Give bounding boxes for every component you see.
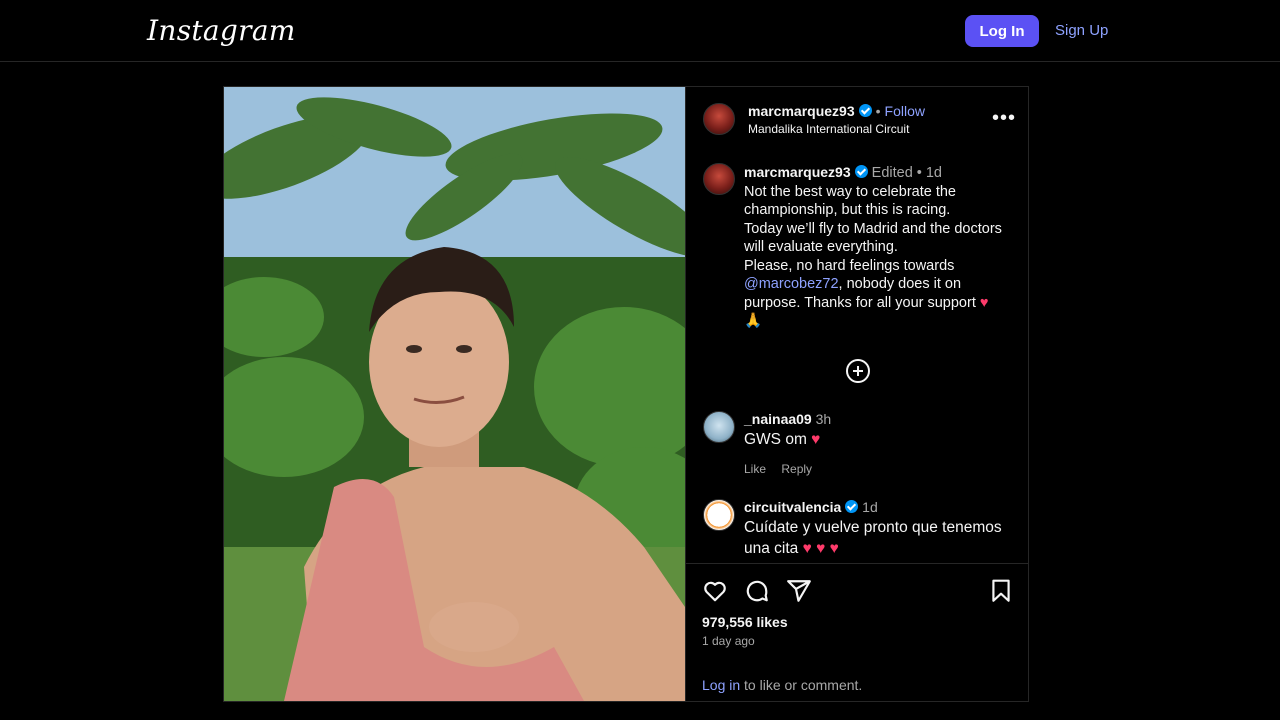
- post-footer: 979,556 likes 1 day ago Log in to like o…: [686, 563, 1029, 701]
- login-prompt-text: to like or comment.: [740, 677, 863, 693]
- follow-button[interactable]: Follow: [885, 103, 925, 119]
- caption-edited: Edited: [871, 165, 913, 181]
- verified-icon: [854, 165, 868, 178]
- comment-text-body: GWS om: [744, 431, 812, 448]
- signup-link[interactable]: Sign Up: [1055, 22, 1108, 39]
- separator-dot: •: [875, 103, 881, 119]
- login-button[interactable]: Log In: [965, 15, 1039, 47]
- comment-text: GWS om ♥: [744, 429, 1012, 450]
- commenter-avatar[interactable]: [703, 411, 735, 443]
- comment-text-body: Cuídate y vuelve pronto que tenemos una …: [744, 519, 1002, 557]
- comment-header: circuitvalencia 1d: [744, 499, 1012, 515]
- comment-time: 3h: [815, 411, 832, 427]
- verified-icon: [845, 500, 859, 513]
- post-header: marcmarquez93 • Follow Mandalika Internati…: [686, 87, 1029, 149]
- caption-username[interactable]: marcmarquez93: [744, 164, 851, 180]
- commenter-username[interactable]: _nainaa09: [744, 411, 812, 427]
- comment-content: circuitvalencia 1d Cuídate y vuelve pron…: [744, 499, 1012, 559]
- comment-like-button[interactable]: Like: [744, 462, 766, 476]
- separator-dot: •: [916, 165, 922, 181]
- comment-icon[interactable]: [744, 578, 770, 604]
- heart-icon[interactable]: [702, 578, 728, 604]
- share-icon[interactable]: [786, 578, 812, 604]
- verified-icon: [858, 104, 872, 117]
- author-username[interactable]: marcmarquez93: [748, 103, 855, 119]
- login-prompt: Log in to like or comment.: [702, 677, 862, 693]
- post-photo-illustration: [224, 87, 685, 701]
- comment-content: _nainaa09 3h GWS om ♥ Like Reply: [744, 411, 1012, 476]
- comment-reply-button[interactable]: Reply: [781, 462, 812, 476]
- instagram-logo[interactable]: Instagram: [147, 14, 296, 47]
- caption-line-3-start: Please, no hard feelings towards: [744, 257, 955, 274]
- commenter-avatar[interactable]: [703, 499, 735, 531]
- caption-time: 1d: [925, 165, 942, 181]
- caption-avatar[interactable]: [703, 163, 735, 195]
- post-photo[interactable]: [224, 87, 685, 701]
- top-bar: Instagram Log In Sign Up: [0, 0, 1280, 62]
- caption-line-1: Not the best way to celebrate the champi…: [744, 183, 956, 219]
- comment-time: 1d: [862, 499, 878, 515]
- comment-actions: Like Reply: [744, 462, 1012, 476]
- post-timestamp: 1 day ago: [702, 634, 755, 648]
- bookmark-icon[interactable]: [988, 578, 1014, 604]
- caption-body: marcmarquez93 Edited • 1d Not the best way…: [744, 163, 1012, 331]
- author-avatar[interactable]: [703, 103, 735, 135]
- post-location[interactable]: Mandalika International Circuit: [748, 122, 909, 136]
- post-container: marcmarquez93 • Follow Mandalika Internati…: [223, 86, 1029, 702]
- heart-emoji: ♥ ♥ ♥: [802, 540, 839, 557]
- comment-text: Cuídate y vuelve pronto que tenemos una …: [744, 517, 1012, 559]
- caption-line-2: Today we’ll fly to Madrid and the doctor…: [744, 220, 1002, 256]
- likes-count[interactable]: 979,556 likes: [702, 614, 788, 630]
- author-line: marcmarquez93 • Follow: [748, 103, 925, 119]
- post-side-panel: marcmarquez93 • Follow Mandalika Internati…: [685, 87, 1029, 701]
- caption-mention-link[interactable]: @marcobez72: [744, 276, 839, 292]
- add-comment-icon[interactable]: [846, 359, 870, 383]
- more-options-icon[interactable]: •••: [992, 107, 1016, 130]
- commenter-username[interactable]: circuitvalencia: [744, 499, 841, 515]
- action-bar: [702, 578, 1014, 606]
- login-prompt-link[interactable]: Log in: [702, 677, 740, 693]
- heart-emoji: ♥: [811, 431, 821, 448]
- pray-emoji: 🙏: [744, 313, 763, 329]
- comment-header: _nainaa09 3h: [744, 411, 1012, 427]
- heart-emoji: ♥: [979, 294, 989, 311]
